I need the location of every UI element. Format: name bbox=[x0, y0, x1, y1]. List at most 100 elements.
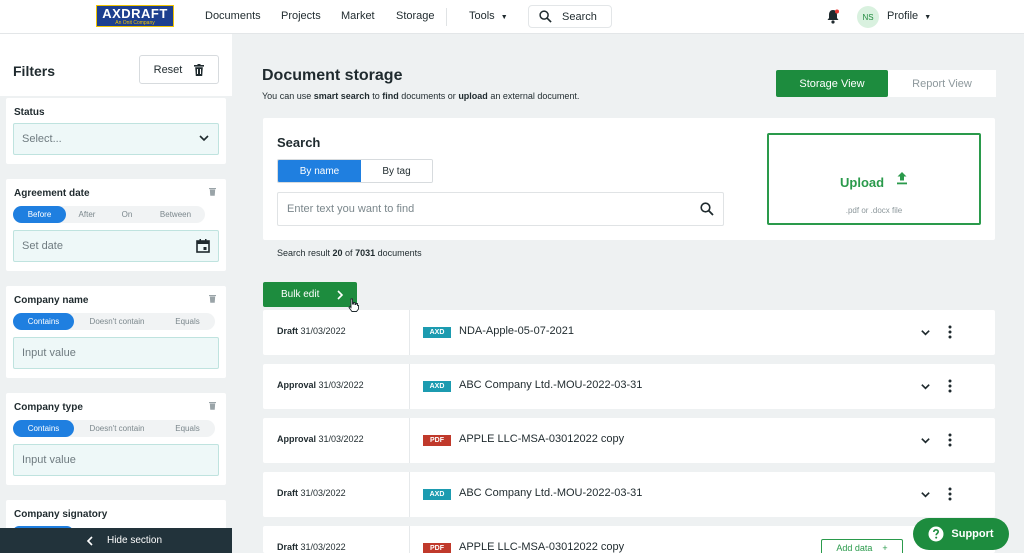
page-subtitle: You can use smart search to find documen… bbox=[262, 91, 579, 101]
row-filename[interactable]: APPLE LLC-MSA-03012022 copy bbox=[459, 433, 624, 445]
nav-tools-label: Tools bbox=[469, 10, 495, 22]
result-prefix: Search result bbox=[277, 248, 333, 258]
chevron-down-icon bbox=[199, 135, 209, 142]
help-circle-icon bbox=[928, 526, 944, 542]
seg-on[interactable]: On bbox=[108, 206, 146, 223]
nav-projects[interactable]: Projects bbox=[281, 10, 321, 22]
profile-menu[interactable]: Profile ▼ bbox=[887, 10, 931, 22]
tab-by-name[interactable]: By name bbox=[278, 160, 361, 182]
file-type-badge: AXD bbox=[423, 381, 451, 392]
filters-sidebar: Filters Reset Status Select... Agreement… bbox=[0, 34, 232, 553]
report-view-button[interactable]: Report View bbox=[888, 70, 996, 97]
subtitle-part: to bbox=[369, 91, 383, 101]
more-vertical-icon[interactable] bbox=[948, 379, 952, 393]
seg-equals[interactable]: Equals bbox=[160, 313, 215, 330]
company-name-input[interactable]: Input value bbox=[13, 337, 219, 369]
table-row[interactable]: Draft 31/03/2022 PDF APPLE LLC-MSA-03012… bbox=[263, 526, 995, 553]
nav-storage[interactable]: Storage bbox=[396, 10, 435, 22]
chevron-down-icon[interactable] bbox=[920, 381, 931, 392]
table-row[interactable]: Approval 31/03/2022 PDF APPLE LLC-MSA-03… bbox=[263, 418, 995, 463]
result-count: 20 bbox=[332, 248, 343, 258]
filter-company-name: Company name Contains Doesn't contain Eq… bbox=[6, 286, 226, 378]
seg-between[interactable]: Between bbox=[146, 206, 205, 223]
file-type-badge: AXD bbox=[423, 327, 451, 338]
status-select[interactable]: Select... bbox=[13, 123, 219, 155]
reset-label: Reset bbox=[153, 63, 183, 76]
nav-tools[interactable]: Tools ▼ bbox=[469, 10, 508, 22]
company-name-mode: Contains Doesn't contain Equals bbox=[13, 313, 215, 330]
row-status: Draft 31/03/2022 bbox=[277, 488, 346, 498]
chevron-down-icon[interactable] bbox=[920, 489, 931, 500]
chevron-down-icon[interactable] bbox=[920, 327, 931, 338]
notification-bell-icon[interactable] bbox=[826, 9, 840, 24]
calendar-icon[interactable] bbox=[196, 239, 210, 253]
search-input[interactable]: Enter text you want to find bbox=[277, 192, 724, 226]
storage-view-button[interactable]: Storage View bbox=[776, 70, 888, 97]
table-row[interactable]: Draft 31/03/2022 AXD NDA-Apple-05-07-202… bbox=[263, 310, 995, 355]
row-status-label: Draft bbox=[277, 488, 299, 498]
search-icon[interactable] bbox=[700, 202, 714, 216]
add-data-label: Add data bbox=[836, 543, 873, 553]
nav-search-button[interactable]: Search bbox=[528, 5, 612, 28]
row-filename[interactable]: APPLE LLC-MSA-03012022 copy bbox=[459, 541, 624, 553]
nav-divider bbox=[446, 8, 447, 26]
avatar[interactable]: NS bbox=[857, 6, 879, 28]
more-vertical-icon[interactable] bbox=[948, 325, 952, 339]
row-status: Draft 31/03/2022 bbox=[277, 542, 346, 552]
seg-doesnt-contain[interactable]: Doesn't contain bbox=[74, 313, 160, 330]
result-total: 7031 bbox=[355, 248, 376, 258]
row-filename[interactable]: ABC Company Ltd.-MOU-2022-03-31 bbox=[459, 487, 642, 499]
upload-icon bbox=[897, 172, 907, 185]
company-name-placeholder: Input value bbox=[22, 347, 76, 359]
nav-documents[interactable]: Documents bbox=[205, 10, 261, 22]
bulk-edit-button[interactable]: Bulk edit bbox=[263, 282, 357, 307]
chevron-right-icon bbox=[337, 289, 344, 300]
tab-by-tag[interactable]: By tag bbox=[361, 160, 432, 182]
seg-equals[interactable]: Equals bbox=[160, 420, 215, 437]
upload-dropzone[interactable]: Upload .pdf or .docx file bbox=[767, 133, 981, 225]
seg-before[interactable]: Before bbox=[13, 206, 66, 223]
row-date: 31/03/2022 bbox=[318, 380, 364, 390]
upload-title: Upload bbox=[840, 175, 885, 190]
trash-icon[interactable] bbox=[209, 294, 216, 303]
nav-market[interactable]: Market bbox=[341, 10, 375, 22]
logo-name: AXDRAFT bbox=[102, 5, 168, 21]
filter-company-name-label: Company name bbox=[14, 295, 89, 306]
filter-company-type-label: Company type bbox=[14, 402, 83, 413]
agreement-date-input[interactable]: Set date bbox=[13, 230, 219, 262]
more-vertical-icon[interactable] bbox=[948, 487, 952, 501]
trash-icon bbox=[194, 63, 205, 76]
row-divider bbox=[409, 310, 410, 355]
hide-section-label: Hide section bbox=[106, 535, 163, 546]
row-divider bbox=[409, 472, 410, 517]
add-data-button[interactable]: Add data + bbox=[821, 539, 903, 553]
result-suffix: documents bbox=[375, 248, 422, 258]
hide-section-button[interactable]: Hide section bbox=[0, 528, 248, 553]
chevron-down-icon[interactable] bbox=[920, 435, 931, 446]
reset-button[interactable]: Reset bbox=[139, 55, 219, 84]
seg-contains[interactable]: Contains bbox=[13, 313, 74, 330]
seg-contains[interactable]: Contains bbox=[13, 420, 74, 437]
row-status-label: Draft bbox=[277, 542, 299, 552]
trash-icon[interactable] bbox=[209, 187, 216, 196]
search-icon bbox=[539, 10, 552, 23]
trash-icon[interactable] bbox=[209, 401, 216, 410]
seg-after[interactable]: After bbox=[66, 206, 108, 223]
row-divider bbox=[409, 418, 410, 463]
table-row[interactable]: Approval 31/03/2022 AXD ABC Company Ltd.… bbox=[263, 364, 995, 409]
company-type-mode: Contains Doesn't contain Equals bbox=[13, 420, 215, 437]
subtitle-bold: find bbox=[382, 91, 399, 101]
company-type-input[interactable]: Input value bbox=[13, 444, 219, 476]
seg-doesnt-contain[interactable]: Doesn't contain bbox=[74, 420, 160, 437]
row-filename[interactable]: ABC Company Ltd.-MOU-2022-03-31 bbox=[459, 379, 642, 391]
row-filename[interactable]: NDA-Apple-05-07-2021 bbox=[459, 325, 574, 337]
support-button[interactable]: Support bbox=[913, 518, 1009, 550]
search-placeholder: Enter text you want to find bbox=[287, 203, 415, 215]
row-divider bbox=[409, 526, 410, 553]
more-vertical-icon[interactable] bbox=[948, 433, 952, 447]
plus-icon: + bbox=[882, 543, 888, 553]
table-row[interactable]: Draft 31/03/2022 AXD ABC Company Ltd.-MO… bbox=[263, 472, 995, 517]
file-type-badge: AXD bbox=[423, 489, 451, 500]
axdraft-logo[interactable]: AXDRAFT An Onit Company bbox=[96, 5, 174, 27]
agreement-date-mode: Before After On Between bbox=[13, 206, 205, 223]
